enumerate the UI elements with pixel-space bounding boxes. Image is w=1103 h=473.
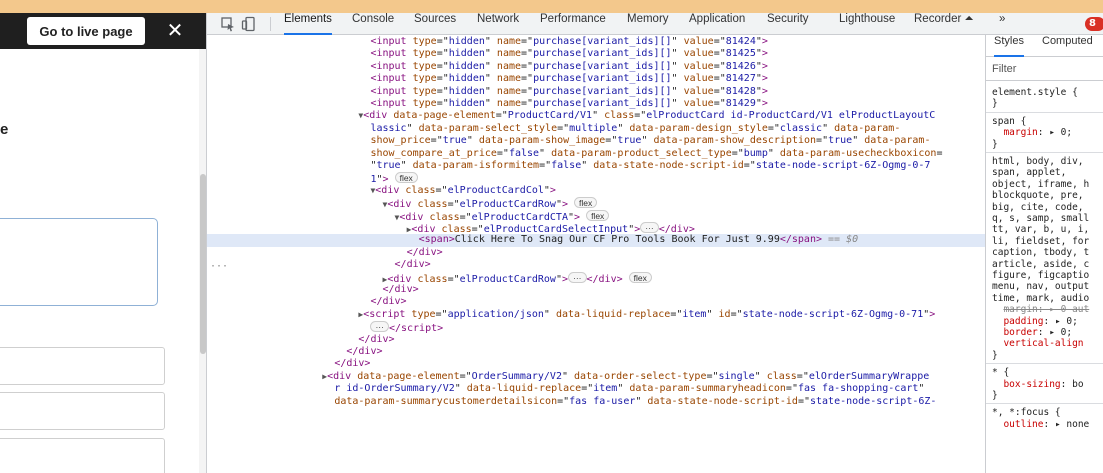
dom-node-line[interactable]: ▼<div class="elProductCardCol"> (207, 185, 985, 197)
tab-styles[interactable]: Styles (994, 35, 1024, 57)
tab-network[interactable]: Network (477, 13, 519, 35)
dom-node-line[interactable]: </div> (207, 334, 985, 346)
styles-filter-input[interactable]: Filter (986, 57, 1103, 81)
style-rule-line[interactable]: figure, figcaptio (992, 270, 1103, 281)
style-rule-line[interactable]: menu, nav, output (992, 281, 1103, 292)
focused-form-box[interactable] (0, 218, 158, 306)
style-rule-line[interactable]: element.style { (992, 87, 1103, 98)
inspect-element-icon[interactable] (220, 16, 236, 32)
dom-node-line[interactable]: </div> (207, 284, 985, 296)
style-rule-divider (986, 363, 1103, 365)
style-rule-divider (986, 111, 1103, 113)
form-input[interactable] (0, 347, 165, 385)
dom-node-line[interactable]: "true" data-param-isformitem="false" dat… (207, 160, 985, 172)
device-toolbar-icon[interactable] (241, 16, 257, 32)
style-rule-line[interactable]: padding: ▸ 0; (992, 316, 1103, 327)
devtools-panel: Elements Console Sources Network Perform… (206, 13, 1103, 473)
dom-node-line[interactable]: </div> (207, 296, 985, 308)
preview-toolbar: Go to live page ✕ (0, 13, 206, 49)
style-rule-line[interactable]: vertical-align (992, 338, 1103, 349)
dom-node-line[interactable]: <input type="hidden" name="purchase[vari… (207, 61, 985, 73)
style-rule-line[interactable]: html, body, div, (992, 156, 1103, 167)
dom-node-line[interactable]: <input type="hidden" name="purchase[vari… (207, 98, 985, 110)
tab-performance[interactable]: Performance (540, 13, 606, 35)
style-rule-line[interactable]: object, iframe, h (992, 179, 1103, 190)
dom-node-line[interactable]: 1"> flex (207, 172, 985, 185)
styles-pane: Styles Computed Filter element.style {} s… (985, 35, 1103, 473)
dom-node-line[interactable]: </div> (207, 358, 985, 370)
dom-tree[interactable]: ··· <input type="hidden" name="purchase[… (207, 35, 985, 473)
dom-node-line[interactable]: <input type="hidden" name="purchase[vari… (207, 48, 985, 60)
style-rule-line[interactable]: q, s, samp, small (992, 213, 1103, 224)
dom-node-line[interactable]: <input type="hidden" name="purchase[vari… (207, 73, 985, 85)
styles-subtabs: Styles Computed (986, 35, 1103, 57)
form-input[interactable] (0, 438, 165, 473)
tab-application[interactable]: Application (689, 13, 745, 35)
devtools-tabbar: Elements Console Sources Network Perform… (207, 13, 1103, 35)
dom-node-line[interactable]: </div> (207, 346, 985, 358)
tab-lighthouse[interactable]: Lighthouse (839, 13, 895, 35)
page-preview: Go to live page ✕ e (0, 13, 206, 473)
style-rule-line[interactable]: blockquote, pre, (992, 190, 1103, 201)
style-rule-line[interactable]: article, aside, c (992, 259, 1103, 270)
style-rule-divider (986, 152, 1103, 153)
dom-node-line[interactable]: show_compare_at_price="false" data-param… (207, 148, 985, 160)
dom-node-line[interactable]: show_price="true" data-param-show_image=… (207, 135, 985, 147)
close-icon[interactable]: ✕ (164, 19, 186, 41)
go-to-live-page-button[interactable]: Go to live page (27, 17, 145, 45)
dom-node-line[interactable]: </div> (207, 259, 985, 271)
dom-node-line[interactable]: lassic" data-param-select_style="multipl… (207, 123, 985, 135)
dom-node-line[interactable]: data-param-summarycustomerdetailsicon="f… (207, 396, 985, 408)
style-rule-line[interactable]: tt, var, b, u, i, (992, 224, 1103, 235)
tab-computed[interactable]: Computed (1042, 35, 1093, 57)
style-rule-line[interactable]: *, *:focus { (992, 407, 1103, 418)
style-rule-line[interactable]: * { (992, 367, 1103, 378)
tab-recorder[interactable]: Recorder ⏶ (914, 13, 974, 35)
style-rule-line[interactable]: span { (992, 116, 1103, 127)
tab-memory[interactable]: Memory (627, 13, 669, 35)
style-rule-line[interactable]: } (992, 350, 1103, 361)
style-rule-line[interactable]: } (992, 139, 1103, 150)
dom-node-line[interactable]: r id-OrderSummary/V2" data-liquid-replac… (207, 383, 985, 395)
dom-node-line[interactable]: ▼<div data-page-element="ProductCard/V1"… (207, 110, 985, 122)
tab-console[interactable]: Console (352, 13, 394, 35)
toolbar-separator (270, 17, 271, 31)
dom-node-line[interactable]: <input type="hidden" name="purchase[vari… (207, 86, 985, 98)
style-rule-line[interactable]: } (992, 390, 1103, 401)
style-rule-line[interactable]: margin: ▸ 0 aut (992, 304, 1103, 315)
style-rule-line[interactable]: time, mark, audio (992, 293, 1103, 304)
style-rule-line[interactable]: li, fieldset, for (992, 236, 1103, 247)
style-rule-line[interactable]: span, applet, (992, 167, 1103, 178)
dom-node-line[interactable]: <input type="hidden" name="purchase[vari… (207, 36, 985, 48)
style-rule-line[interactable]: border: ▸ 0; (992, 327, 1103, 338)
style-rule-divider (986, 403, 1103, 405)
tab-sources[interactable]: Sources (414, 13, 456, 35)
tab-elements[interactable]: Elements (284, 13, 332, 35)
style-rule-line[interactable]: big, cite, code, (992, 202, 1103, 213)
dom-node-line[interactable]: </div> (207, 247, 985, 259)
dom-node-line[interactable]: ▼<div class="elProductCardRow"> flex (207, 197, 985, 210)
dom-node-line[interactable]: ··· </script> (207, 321, 985, 334)
style-rule-line[interactable]: caption, tbody, t (992, 247, 1103, 258)
dom-node-line[interactable]: ▶<div class="elProductCardRow"> ··· </div>… (207, 271, 985, 285)
form-input[interactable] (0, 392, 165, 430)
heading-fragment: e (0, 121, 9, 138)
more-tabs-button[interactable]: » (999, 13, 1005, 35)
window-top-strip (0, 0, 1103, 13)
dom-node-line[interactable]: ▶<div data-page-element="OrderSummary/V2… (207, 371, 985, 383)
style-rule-line[interactable]: outline: ▸ none (992, 419, 1103, 430)
tab-security[interactable]: Security (767, 13, 809, 35)
dom-node-selected[interactable]: <span>Click Here To Snag Our CF Pro Tool… (207, 234, 985, 247)
style-rule-line[interactable]: margin: ▸ 0; (992, 127, 1103, 138)
dom-node-line[interactable]: ▶<div class="elProductCardSelectInput"> ·… (207, 222, 985, 235)
error-count-badge[interactable]: 8 (1085, 17, 1103, 31)
dom-node-line[interactable]: ▼<div class="elProductCardCTA"> flex (207, 209, 985, 223)
style-rule-line[interactable]: } (992, 98, 1103, 109)
style-rule-line[interactable]: box-sizing: bo (992, 379, 1103, 390)
dom-node-line[interactable]: ▶<script type="application/json" data-li… (207, 309, 985, 321)
